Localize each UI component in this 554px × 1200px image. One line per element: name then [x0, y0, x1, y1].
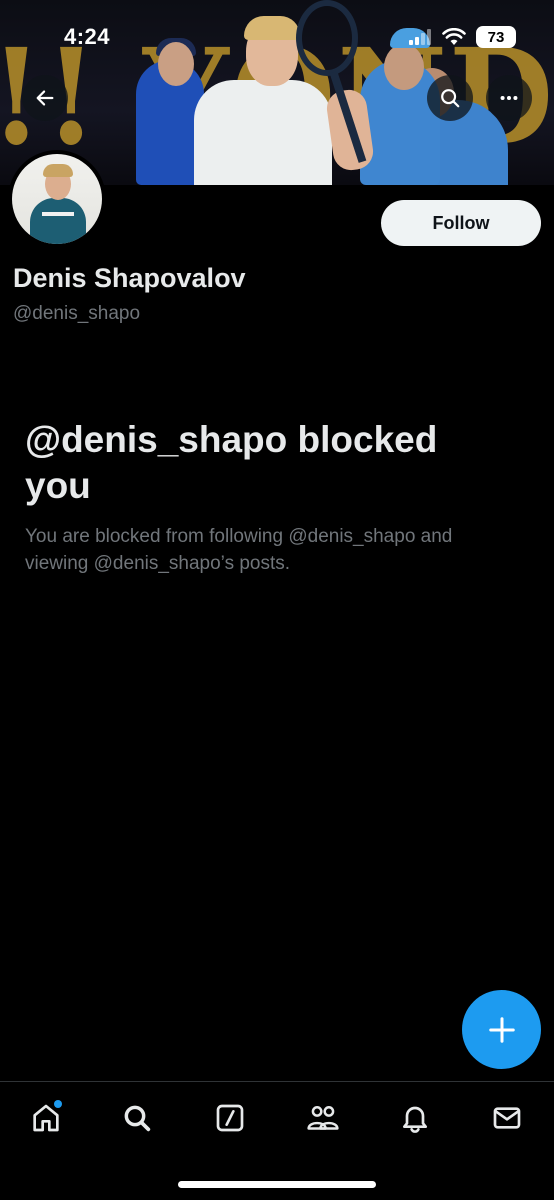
banner-player — [244, 16, 300, 40]
bell-icon — [403, 1106, 427, 1133]
tab-notifications[interactable] — [395, 1098, 435, 1138]
search-button[interactable] — [427, 75, 473, 121]
search-icon — [441, 89, 460, 108]
people-icon — [307, 1106, 339, 1130]
blocked-description: You are blocked from following @denis_sh… — [25, 526, 453, 574]
status-icons: 73 — [408, 26, 516, 48]
plus-icon — [488, 1016, 515, 1043]
tab-communities[interactable] — [303, 1098, 343, 1138]
banner-figure — [158, 42, 194, 86]
status-time: 4:24 — [64, 24, 111, 49]
search-icon — [124, 1105, 151, 1132]
display-name: Denis Shapovalov — [13, 263, 246, 293]
back-button[interactable] — [22, 75, 68, 121]
notification-dot — [54, 1100, 62, 1108]
banner-player — [194, 80, 332, 185]
avatar-image — [12, 154, 102, 244]
compose-button[interactable] — [462, 990, 541, 1069]
blocked-title: @denis_shapo blocked you — [25, 419, 438, 506]
more-horizontal-icon — [500, 95, 518, 101]
slash-square-icon — [216, 1104, 244, 1132]
racket-shape — [296, 0, 358, 76]
wifi-icon — [442, 28, 466, 45]
envelope-icon — [493, 1107, 521, 1129]
arrow-left-icon — [36, 90, 54, 106]
tab-grok[interactable] — [210, 1098, 250, 1138]
follow-button[interactable]: Follow — [381, 200, 541, 246]
tab-home[interactable] — [26, 1098, 66, 1138]
home-indicator — [178, 1181, 376, 1188]
battery-indicator: 73 — [476, 26, 516, 48]
profile-handle: @denis_shapo — [13, 303, 141, 324]
tab-search[interactable] — [117, 1098, 157, 1138]
signal-icon — [409, 29, 431, 45]
avatar[interactable] — [8, 150, 106, 248]
tab-messages[interactable] — [487, 1098, 527, 1138]
banner-figure — [384, 44, 424, 90]
more-button[interactable] — [486, 75, 532, 121]
